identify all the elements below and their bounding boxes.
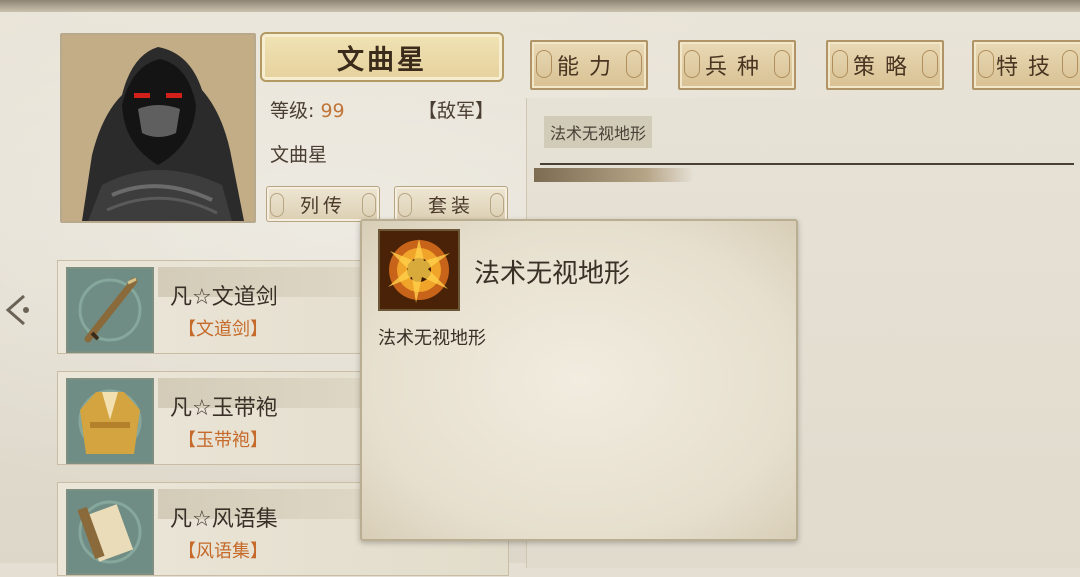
- level-value: 99: [320, 100, 345, 122]
- top-frame: [0, 0, 1080, 12]
- ornament-icon: [398, 193, 412, 217]
- tab-troop[interactable]: 兵种: [678, 40, 796, 90]
- hero-subtitle: 文曲星: [270, 144, 328, 166]
- hero-portrait: [60, 33, 256, 223]
- level-label: 等级:: [270, 100, 315, 122]
- ornament-icon: [490, 193, 504, 217]
- swirl-icon: [922, 50, 938, 78]
- scroll-icon: [66, 489, 154, 575]
- tooltip-description: 法术无视地形: [378, 328, 486, 349]
- skill-tooltip: 法术无视地形 法术无视地形: [360, 219, 798, 541]
- equipment-name: 凡☆玉带袍: [170, 396, 278, 421]
- biography-button[interactable]: 列传: [266, 186, 380, 222]
- ornament-icon: [270, 193, 284, 217]
- equipment-tag: 【文道剑】: [178, 319, 268, 340]
- biography-button-label: 列传: [299, 194, 346, 217]
- set-button[interactable]: 套装: [394, 186, 508, 222]
- equipment-tag: 【玉带袍】: [178, 430, 268, 451]
- hooded-figure-icon: [62, 35, 254, 221]
- tooltip-title: 法术无视地形: [474, 259, 631, 289]
- swirl-icon: [536, 50, 552, 78]
- level-row: 等级: 99: [270, 96, 345, 123]
- tab-label: 策略: [852, 55, 917, 80]
- swirl-icon: [684, 50, 700, 78]
- faction-label: 【敌军】: [418, 100, 495, 122]
- swirl-icon: [1062, 50, 1078, 78]
- equipment-name: 凡☆文道剑: [170, 285, 278, 310]
- tab-label: 能力: [556, 55, 621, 80]
- tab-label: 特技: [995, 55, 1060, 80]
- hero-name: 文曲星: [337, 44, 427, 76]
- robe-icon: [66, 378, 154, 464]
- tab-label: 兵种: [704, 55, 769, 80]
- equipment-tag: 【风语集】: [178, 541, 268, 562]
- swirl-icon: [832, 50, 848, 78]
- swirl-icon: [978, 50, 994, 78]
- set-button-label: 套装: [427, 194, 474, 217]
- skill-item-label: 法术无视地形: [550, 124, 647, 143]
- left-arrow-icon[interactable]: [0, 290, 34, 330]
- equipment-name: 凡☆风语集: [170, 507, 278, 532]
- tab-ability[interactable]: 能力: [530, 40, 648, 90]
- skill-bar: [534, 168, 694, 182]
- hero-name-banner: 文曲星: [260, 32, 504, 82]
- skill-item[interactable]: 法术无视地形: [544, 116, 653, 148]
- sword-icon: [66, 267, 154, 353]
- divider: [540, 163, 1074, 165]
- fire-burst-icon: [378, 229, 460, 311]
- swirl-icon: [626, 50, 642, 78]
- swirl-icon: [774, 50, 790, 78]
- tab-skill[interactable]: 特技: [972, 40, 1080, 90]
- ornament-icon: [362, 193, 376, 217]
- tab-strategy[interactable]: 策略: [826, 40, 944, 90]
